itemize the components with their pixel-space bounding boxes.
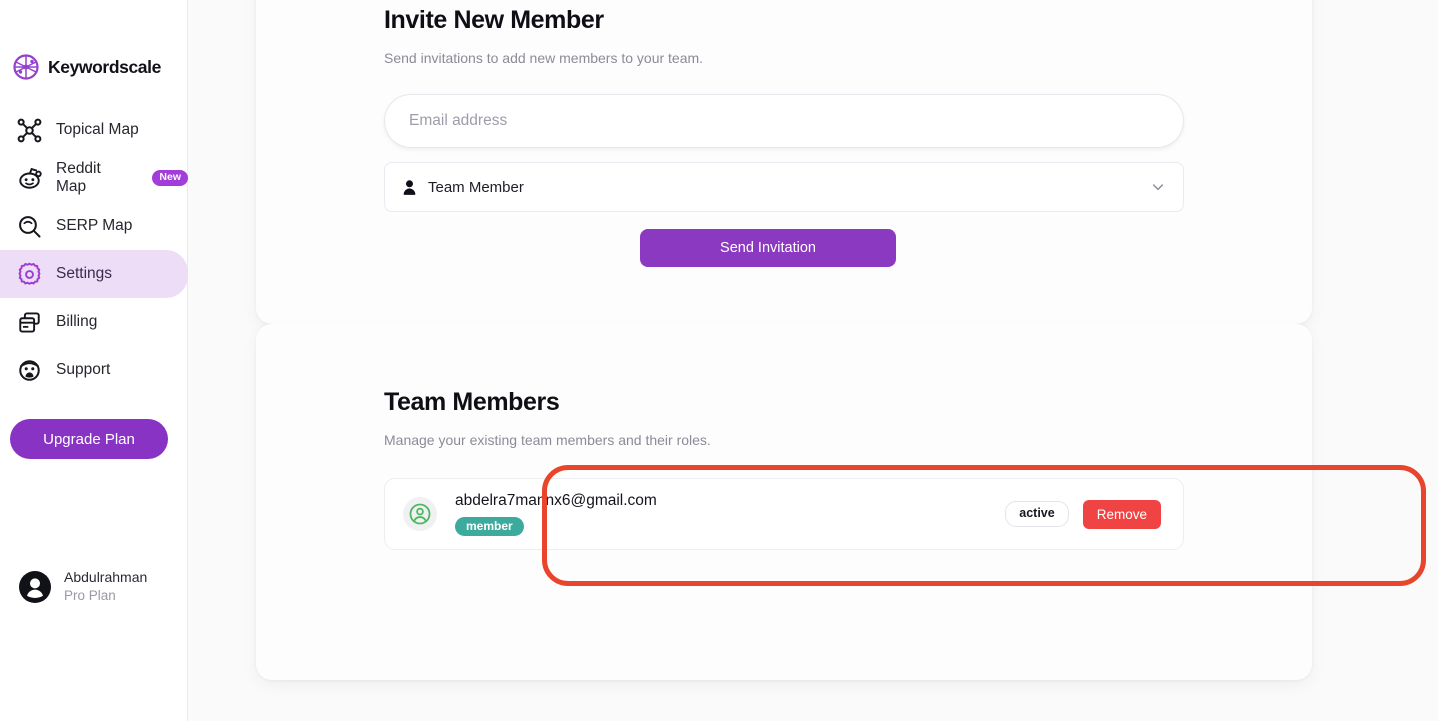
credit-card-icon xyxy=(16,309,42,335)
role-select-value: Team Member xyxy=(428,178,524,196)
team-members-title: Team Members xyxy=(384,388,560,416)
role-select[interactable]: Team Member xyxy=(384,162,1184,212)
reddit-icon xyxy=(16,165,42,191)
sidebar-item-label: Billing xyxy=(56,313,98,330)
user-circle-icon xyxy=(18,570,52,604)
upgrade-plan-button[interactable]: Upgrade Plan xyxy=(10,419,168,459)
table-row: abdelra7mannx6@gmail.com member active R… xyxy=(384,478,1184,550)
user-plan: Pro Plan xyxy=(64,587,116,603)
team-members-card: Team Members Manage your existing team m… xyxy=(256,324,1312,680)
status-badge: active xyxy=(1005,501,1069,527)
network-globe-icon xyxy=(12,53,40,81)
sidebar-item-topical-map[interactable]: Topical Map xyxy=(0,106,188,154)
sidebar-item-label: Support xyxy=(56,361,111,378)
sidebar-item-billing[interactable]: Billing xyxy=(0,298,188,346)
email-input[interactable] xyxy=(384,94,1184,148)
chevron-down-icon xyxy=(1151,180,1165,194)
user-icon xyxy=(401,179,418,196)
sidebar-nav: Topical Map Reddit Map New SERP Map Sett… xyxy=(0,106,188,394)
brand-logo-area[interactable]: Keywordscale xyxy=(0,50,161,84)
search-icon xyxy=(16,213,42,239)
topical-map-icon xyxy=(16,117,42,143)
user-meta: Abdulrahman Pro Plan xyxy=(64,568,147,605)
sidebar-item-reddit-map[interactable]: Reddit Map New xyxy=(0,154,188,202)
user-profile[interactable]: Abdulrahman Pro Plan xyxy=(18,568,147,605)
user-name: Abdulrahman xyxy=(64,569,148,585)
sidebar-item-label: SERP Map xyxy=(56,217,133,234)
sidebar-item-support[interactable]: Support xyxy=(0,346,188,394)
team-members-subtitle: Manage your existing team members and th… xyxy=(384,432,711,448)
sidebar: Keywordscale Topical Map Reddit Map New … xyxy=(0,0,188,721)
brand-name: Keywordscale xyxy=(48,56,161,77)
support-agent-icon xyxy=(16,357,42,383)
sidebar-item-serp-map[interactable]: SERP Map xyxy=(0,202,188,250)
sidebar-item-label: Topical Map xyxy=(56,121,139,138)
invite-subtitle: Send invitations to add new members to y… xyxy=(384,50,704,66)
sidebar-item-settings[interactable]: Settings xyxy=(0,250,188,298)
avatar xyxy=(403,497,437,531)
member-info: abdelra7mannx6@gmail.com member xyxy=(455,492,1005,536)
send-invitation-button[interactable]: Send Invitation xyxy=(640,229,896,267)
member-email: abdelra7mannx6@gmail.com xyxy=(455,492,657,509)
new-badge: New xyxy=(152,170,188,186)
role-badge: member xyxy=(455,517,524,536)
remove-button[interactable]: Remove xyxy=(1082,499,1161,529)
gear-icon xyxy=(16,261,42,287)
main-content: Invite New Member Send invitations to ad… xyxy=(188,0,1438,721)
app-root: Keywordscale Topical Map Reddit Map New … xyxy=(0,0,1438,721)
page-title: Invite New Member xyxy=(384,6,604,34)
invite-new-member-card: Invite New Member Send invitations to ad… xyxy=(256,0,1312,324)
sidebar-item-label: Settings xyxy=(56,265,113,282)
sidebar-item-label: Reddit Map xyxy=(56,160,101,195)
